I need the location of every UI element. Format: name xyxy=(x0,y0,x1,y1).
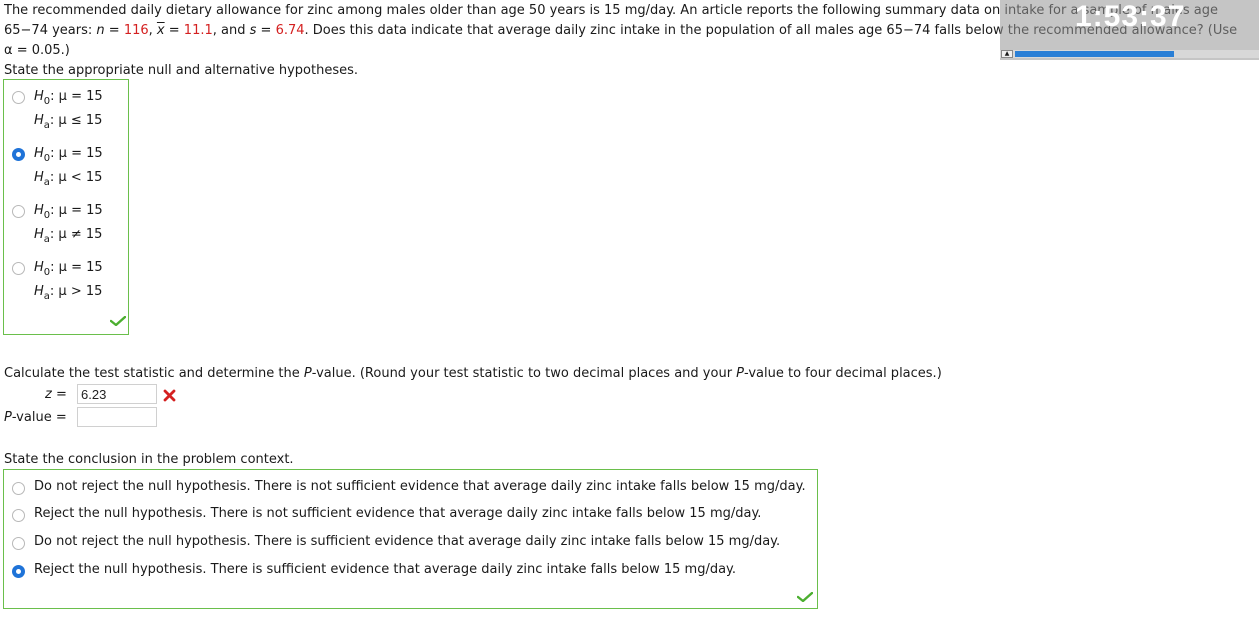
conclusion-option-4-radio[interactable] xyxy=(12,565,25,578)
h0-subscript: 0 xyxy=(43,267,51,278)
collapse-timer-button[interactable]: ▲ xyxy=(1001,50,1013,58)
part2-prompt-a: Calculate the test statistic and determi… xyxy=(4,366,304,381)
hypothesis-option-1-h0: H0: μ = 15 xyxy=(34,89,103,107)
conclusion-option-2-radio[interactable] xyxy=(12,509,25,522)
ha-subscript: a xyxy=(43,120,50,131)
ha-symbol: H xyxy=(34,284,44,299)
hypothesis-option-1-radio[interactable] xyxy=(12,91,25,104)
part2-prompt: Calculate the test statistic and determi… xyxy=(4,366,942,381)
n-symbol: n xyxy=(96,23,105,38)
p-symbol: P xyxy=(736,366,745,381)
conclusion-option-4-text: Reject the null hypothesis. There is suf… xyxy=(34,562,737,577)
ha-subscript: a xyxy=(43,177,50,188)
h0-expression: : μ = 15 xyxy=(50,203,103,218)
hypothesis-option-2-ha: Ha: μ < 15 xyxy=(34,170,103,188)
equals-sign: = xyxy=(164,23,184,38)
xbar-value: 11.1 xyxy=(183,23,213,38)
timer-display: 1:53:37 xyxy=(1075,0,1186,33)
n-value: 116 xyxy=(123,23,149,38)
p-value-input[interactable] xyxy=(77,407,157,427)
h0-expression: : μ = 15 xyxy=(50,146,103,161)
x-mark-icon xyxy=(163,389,176,402)
conclusion-option-1-text: Do not reject the null hypothesis. There… xyxy=(34,479,806,494)
question-line-2-prefix: 65−74 years: xyxy=(4,23,97,38)
hypotheses-answer-box: H0: μ = 15 Ha: μ ≤ 15 H0: μ = 15 Ha: μ <… xyxy=(3,79,129,335)
timer-progress-fill xyxy=(1015,51,1174,57)
hypothesis-option-4-h0: H0: μ = 15 xyxy=(34,260,103,278)
h0-subscript: 0 xyxy=(43,96,51,107)
ha-expression: : μ < 15 xyxy=(49,170,103,185)
z-symbol: z xyxy=(45,387,52,402)
z-label: z = xyxy=(45,387,67,402)
part2-prompt-c: -value to four decimal places.) xyxy=(744,366,942,381)
part3-prompt: State the conclusion in the problem cont… xyxy=(4,452,294,467)
hypothesis-option-1-ha: Ha: μ ≤ 15 xyxy=(34,113,103,131)
ha-subscript: a xyxy=(43,234,50,245)
comma: , xyxy=(148,23,157,38)
check-mark-icon xyxy=(797,592,813,602)
conclusion-option-1-radio[interactable] xyxy=(12,482,25,495)
h0-symbol: H xyxy=(34,203,44,218)
s-value: 6.74 xyxy=(275,23,305,38)
p-symbol: P xyxy=(303,366,312,381)
hypothesis-option-3-ha: Ha: μ ≠ 15 xyxy=(34,227,103,245)
hypothesis-option-2-radio[interactable] xyxy=(12,148,25,161)
conclusion-answer-box: Do not reject the null hypothesis. There… xyxy=(3,469,818,609)
h0-subscript: 0 xyxy=(43,210,51,221)
h0-expression: : μ = 15 xyxy=(50,260,103,275)
h0-symbol: H xyxy=(34,260,44,275)
ha-symbol: H xyxy=(34,170,44,185)
p-value-label: P-value = xyxy=(4,410,67,425)
hypothesis-option-2-h0: H0: μ = 15 xyxy=(34,146,103,164)
part1-prompt: State the appropriate null and alternati… xyxy=(4,63,358,78)
ha-subscript: a xyxy=(43,291,50,302)
equals-sign: = xyxy=(256,23,276,38)
ha-expression: : μ > 15 xyxy=(49,284,103,299)
hypothesis-option-3-radio[interactable] xyxy=(12,205,25,218)
equals-sign: = xyxy=(104,23,124,38)
ha-symbol: H xyxy=(34,227,44,242)
p-symbol: P xyxy=(4,410,12,425)
z-input[interactable] xyxy=(77,384,157,404)
h0-expression: : μ = 15 xyxy=(50,89,103,104)
conclusion-option-3-radio[interactable] xyxy=(12,537,25,550)
ha-symbol: H xyxy=(34,113,44,128)
conclusion-option-2-text: Reject the null hypothesis. There is not… xyxy=(34,506,762,521)
hypothesis-option-4-radio[interactable] xyxy=(12,262,25,275)
part2-prompt-b: -value. (Round your test statistic to tw… xyxy=(311,366,737,381)
p-value-equals: -value = xyxy=(11,410,67,425)
check-mark-icon xyxy=(110,316,126,326)
conclusion-option-3-text: Do not reject the null hypothesis. There… xyxy=(34,534,781,549)
z-equals: = xyxy=(51,387,67,402)
xbar-symbol: x xyxy=(156,23,165,38)
and-text: , and xyxy=(212,23,250,38)
h0-subscript: 0 xyxy=(43,153,51,164)
hypothesis-option-3-h0: H0: μ = 15 xyxy=(34,203,103,221)
ha-expression: : μ ≤ 15 xyxy=(49,113,103,128)
ha-expression: : μ ≠ 15 xyxy=(49,227,103,242)
hypothesis-option-4-ha: Ha: μ > 15 xyxy=(34,284,103,302)
h0-symbol: H xyxy=(34,89,44,104)
h0-symbol: H xyxy=(34,146,44,161)
